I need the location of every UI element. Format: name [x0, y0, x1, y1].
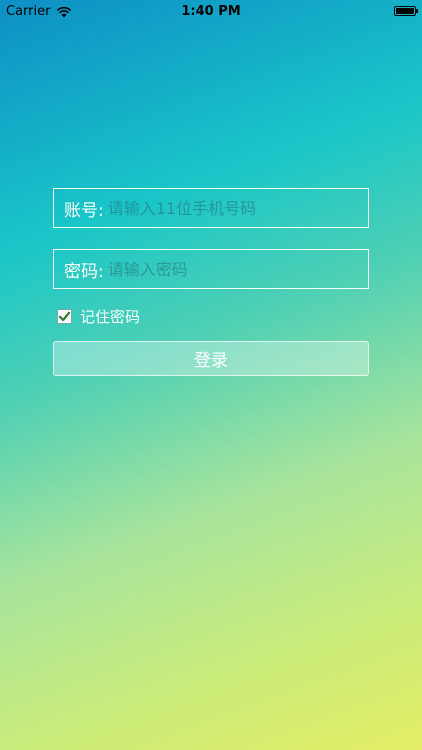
login-button[interactable]: 登录: [53, 341, 369, 376]
account-label: 账号:: [64, 200, 104, 221]
password-field[interactable]: 密码:: [53, 249, 369, 289]
remember-password-label: 记住密码: [80, 308, 141, 326]
status-time: 1:40 PM: [181, 4, 241, 19]
remember-password-checkbox[interactable]: [57, 309, 72, 324]
battery-icon: [394, 6, 418, 16]
remember-password-row[interactable]: 记住密码: [57, 306, 140, 327]
battery-level: [396, 8, 414, 14]
password-input[interactable]: [107, 259, 368, 279]
password-label: 密码:: [64, 261, 104, 282]
account-input[interactable]: [107, 198, 368, 218]
account-field[interactable]: 账号:: [53, 188, 369, 228]
checkmark-icon: [58, 311, 71, 322]
status-bar: Carrier 1:40 PM: [0, 0, 422, 22]
